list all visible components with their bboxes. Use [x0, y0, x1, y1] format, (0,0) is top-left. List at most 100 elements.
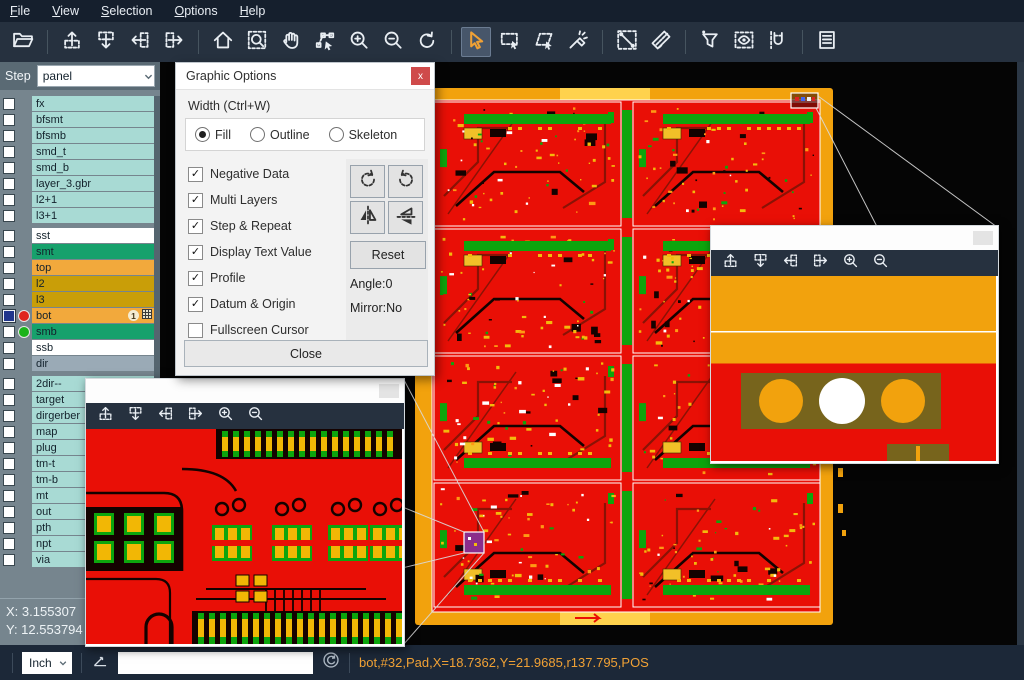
- layer-row-dir[interactable]: dir: [0, 356, 160, 371]
- layer-name-bar[interactable]: l3+1: [32, 208, 154, 223]
- layer-name-bar[interactable]: ssb: [32, 340, 154, 355]
- polygon-select-button[interactable]: [529, 27, 559, 57]
- layer-row-bfsmt[interactable]: bfsmt: [0, 112, 160, 127]
- shift-down-button[interactable]: [749, 252, 771, 274]
- radio-button-icon[interactable]: [329, 127, 344, 142]
- option-datum-origin[interactable]: ✓Datum & Origin: [188, 291, 312, 317]
- layer-visibility-checkbox[interactable]: [3, 194, 15, 206]
- layer-visibility-checkbox[interactable]: [3, 506, 15, 518]
- layer-visibility-checkbox[interactable]: [3, 162, 15, 174]
- filter-button[interactable]: [695, 27, 725, 57]
- layer-row-smd_t[interactable]: smd_t: [0, 144, 160, 159]
- checkbox[interactable]: ✓: [188, 167, 203, 182]
- layer-visibility-checkbox[interactable]: [3, 442, 15, 454]
- zoom-previous-button[interactable]: [412, 27, 442, 57]
- checkbox[interactable]: ✓: [188, 297, 203, 312]
- shift-left-button[interactable]: [154, 405, 176, 427]
- step-select[interactable]: panel: [37, 65, 155, 87]
- layer-name-bar[interactable]: bfsmt: [32, 112, 154, 127]
- shift-right-button[interactable]: [184, 405, 206, 427]
- menu-file[interactable]: File: [10, 4, 30, 18]
- ruler-button[interactable]: [646, 27, 676, 57]
- layer-visibility-checkbox[interactable]: [3, 326, 15, 338]
- layer-row-bot[interactable]: bot1: [0, 308, 160, 323]
- measure-distance-button[interactable]: [612, 27, 642, 57]
- layer-row-smt[interactable]: smt: [0, 244, 160, 259]
- layer-visibility-checkbox[interactable]: [3, 278, 15, 290]
- layer-visibility-checkbox[interactable]: [3, 294, 15, 306]
- layer-visibility-checkbox[interactable]: [3, 490, 15, 502]
- zoom-window-titlebar[interactable]: [86, 379, 404, 403]
- shift-right-button[interactable]: [159, 27, 189, 57]
- layer-visibility-checkbox[interactable]: [3, 538, 15, 550]
- checkbox[interactable]: ✓: [188, 271, 203, 286]
- zoom-in-button[interactable]: [344, 27, 374, 57]
- layer-visibility-checkbox[interactable]: [3, 410, 15, 422]
- option-step-repeat[interactable]: ✓Step & Repeat: [188, 213, 312, 239]
- layer-list-button[interactable]: [812, 27, 842, 57]
- angle-measure-icon[interactable]: [91, 651, 109, 674]
- layer-row-layer_3.gbr[interactable]: layer_3.gbr: [0, 176, 160, 191]
- layer-row-fx[interactable]: fx: [0, 96, 160, 111]
- layer-visibility-checkbox[interactable]: [3, 426, 15, 438]
- option-profile[interactable]: ✓Profile: [188, 265, 312, 291]
- zoom-window-viewport[interactable]: [711, 276, 998, 461]
- checkbox[interactable]: [188, 323, 203, 338]
- layer-row-l3+1[interactable]: l3+1: [0, 208, 160, 223]
- open-folder-button[interactable]: [8, 27, 38, 57]
- option-negative-data[interactable]: ✓Negative Data: [188, 161, 312, 187]
- option-multi-layers[interactable]: ✓Multi Layers: [188, 187, 312, 213]
- home-button[interactable]: [208, 27, 238, 57]
- layer-row-l3[interactable]: l3: [0, 292, 160, 307]
- layer-visibility-checkbox[interactable]: [3, 310, 15, 322]
- layer-name-bar[interactable]: bot1: [32, 308, 154, 323]
- menu-options[interactable]: Options: [174, 4, 217, 18]
- rect-select-button[interactable]: [495, 27, 525, 57]
- select-cursor-button[interactable]: [461, 27, 491, 57]
- shift-left-button[interactable]: [779, 252, 801, 274]
- layer-row-smd_b[interactable]: smd_b: [0, 160, 160, 175]
- layer-visibility-checkbox[interactable]: [3, 262, 15, 274]
- pan-hand-button[interactable]: [276, 27, 306, 57]
- checkbox[interactable]: ✓: [188, 193, 203, 208]
- zoom-window-bottom-left[interactable]: [85, 378, 405, 647]
- layer-row-top[interactable]: top: [0, 260, 160, 275]
- layer-visibility-checkbox[interactable]: [3, 114, 15, 126]
- layer-row-bfsmb[interactable]: bfsmb: [0, 128, 160, 143]
- layer-visibility-checkbox[interactable]: [3, 458, 15, 470]
- layer-name-bar[interactable]: l2: [32, 276, 154, 291]
- layer-visibility-checkbox[interactable]: [3, 358, 15, 370]
- layer-row-smb[interactable]: smb: [0, 324, 160, 339]
- zoom-out-button[interactable]: [378, 27, 408, 57]
- shift-up-button[interactable]: [57, 27, 87, 57]
- layer-name-bar[interactable]: bfsmb: [32, 128, 154, 143]
- window-control-button[interactable]: [379, 384, 399, 398]
- radio-button-icon[interactable]: [195, 127, 210, 142]
- zoom-out-button[interactable]: [244, 405, 266, 427]
- shift-down-button[interactable]: [124, 405, 146, 427]
- menu-selection[interactable]: Selection: [101, 4, 152, 18]
- layer-visibility-checkbox[interactable]: [3, 554, 15, 566]
- layer-name-bar[interactable]: smb: [32, 324, 154, 339]
- shift-down-button[interactable]: [91, 27, 121, 57]
- zoom-out-button[interactable]: [869, 252, 891, 274]
- window-control-button[interactable]: [973, 231, 993, 245]
- layer-row-l2+1[interactable]: l2+1: [0, 192, 160, 207]
- shift-up-button[interactable]: [719, 252, 741, 274]
- layer-row-sst[interactable]: sst: [0, 228, 160, 243]
- layer-name-bar[interactable]: smd_t: [32, 144, 154, 159]
- layer-visibility-checkbox[interactable]: [3, 342, 15, 354]
- layer-visibility-checkbox[interactable]: [3, 230, 15, 242]
- dialog-close-button[interactable]: x: [411, 67, 430, 85]
- layer-visibility-checkbox[interactable]: [3, 146, 15, 158]
- radio-skeleton[interactable]: Skeleton: [329, 127, 398, 142]
- layer-visibility-checkbox[interactable]: [3, 178, 15, 190]
- canvas-scrollbar[interactable]: [1017, 62, 1024, 645]
- layer-name-bar[interactable]: layer_3.gbr: [32, 176, 154, 191]
- rotate-ccw-button[interactable]: [388, 165, 423, 198]
- shift-up-button[interactable]: [94, 405, 116, 427]
- layer-row-l2[interactable]: l2: [0, 276, 160, 291]
- layer-visibility-checkbox[interactable]: [3, 378, 15, 390]
- zoom-window-right[interactable]: [710, 225, 999, 464]
- mirror-y-button[interactable]: [388, 201, 423, 234]
